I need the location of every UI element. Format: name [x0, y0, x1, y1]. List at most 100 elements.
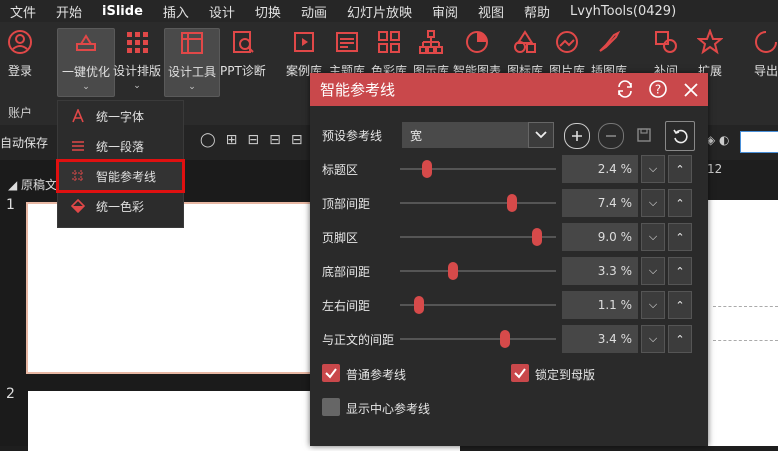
menu-slideshow[interactable]: 幻灯片放映 [337, 2, 422, 21]
slider-knob[interactable] [499, 330, 510, 348]
layout-button[interactable]: 设计排版 ⌄ [113, 28, 161, 91]
menu-transitions[interactable]: 切换 [245, 2, 291, 21]
export-button[interactable]: 导出 [752, 28, 778, 79]
design-tools-icon [178, 29, 206, 57]
value-field[interactable]: 3.4 % [562, 325, 638, 353]
tween-button[interactable]: 补间 [652, 28, 680, 79]
slider-knob[interactable] [532, 228, 543, 246]
slider-knob[interactable] [507, 194, 518, 212]
slider-label: 页脚区 [322, 230, 359, 245]
color-library-button[interactable]: 色彩库 [371, 28, 407, 79]
slider-track[interactable] [400, 262, 556, 280]
slider-knob[interactable] [421, 160, 432, 178]
menu-file[interactable]: 文件 [0, 2, 46, 21]
dropdown-item-unify-font[interactable]: 统一字体 [58, 101, 183, 131]
chevron-down-icon[interactable]: ⌵ [641, 291, 665, 319]
slider-label: 标题区 [322, 162, 359, 177]
close-icon[interactable] [682, 79, 700, 103]
chevron-up-icon[interactable]: ⌃ [668, 325, 692, 353]
value-field[interactable]: 2.4 % [562, 155, 638, 183]
menu-home[interactable]: 开始 [46, 2, 92, 21]
menu-islide[interactable]: iSlide [92, 4, 153, 19]
chevron-up-icon[interactable]: ⌃ [668, 291, 692, 319]
menu-design[interactable]: 设计 [199, 2, 245, 21]
slider-track[interactable] [400, 160, 556, 178]
slider-track[interactable] [400, 330, 556, 348]
reset-icon[interactable] [665, 121, 695, 151]
smart-chart-button[interactable]: 智能图表 [453, 28, 501, 79]
menu-animations[interactable]: 动画 [291, 2, 337, 21]
value-field[interactable]: 1.1 % [562, 291, 638, 319]
login-button[interactable]: 登录 [6, 28, 34, 79]
chevron-down-icon: ⌄ [82, 82, 90, 92]
case-library-button[interactable]: 案例库 [286, 28, 322, 79]
design-tools-button[interactable]: 设计工具 ⌄ [164, 28, 220, 97]
save-icon[interactable] [632, 123, 656, 147]
dropdown-item-unify-paragraph[interactable]: 统一段落 [58, 131, 183, 161]
normal-guides-checkbox[interactable] [322, 364, 340, 382]
slider-label: 底部间距 [322, 264, 371, 279]
value-field[interactable]: 3.3 % [562, 257, 638, 285]
smart-chart-icon [463, 28, 491, 56]
user-icon [6, 28, 34, 56]
optimize-button[interactable]: 一键优化 ⌄ [57, 28, 115, 97]
illustration-library-button[interactable]: 插图库 [591, 28, 627, 79]
chevron-up-icon[interactable]: ⌃ [668, 257, 692, 285]
extend-button[interactable]: 扩展 [696, 28, 724, 79]
diagnose-button[interactable]: PPT诊断 [220, 28, 266, 79]
color-library-icon [375, 28, 403, 56]
chevron-down-icon[interactable]: ⌵ [641, 223, 665, 251]
checkbox-label: 显示中心参考线 [346, 402, 431, 416]
remove-preset-icon[interactable] [598, 123, 624, 149]
slider-label: 左右间距 [322, 298, 371, 313]
slider-track[interactable] [400, 228, 556, 246]
dropdown-item-unify-color[interactable]: 统一色彩 [58, 191, 183, 221]
lock-to-master-checkbox[interactable] [511, 364, 529, 382]
value-field[interactable]: 9.0 % [562, 223, 638, 251]
slider-row-top-margin: 顶部间距 7.4 % ⌵ ⌃ [310, 189, 708, 217]
diagram-library-button[interactable]: 图示库 [413, 28, 449, 79]
shape-fill-icon[interactable]: ◈ ◐ [706, 133, 730, 147]
center-guides-checkbox[interactable] [322, 398, 340, 416]
value-field[interactable]: 7.4 % [562, 189, 638, 217]
menu-review[interactable]: 审阅 [422, 2, 468, 21]
chevron-down-icon[interactable]: ⌵ [641, 155, 665, 183]
menu-view[interactable]: 视图 [468, 2, 514, 21]
paragraph-icon [70, 139, 86, 153]
chevron-up-icon[interactable]: ⌃ [668, 155, 692, 183]
slider-label: 顶部间距 [322, 196, 371, 211]
menu-lvyhtools[interactable]: LvyhTools(0429) [560, 4, 686, 19]
menu-help[interactable]: 帮助 [514, 2, 560, 21]
chevron-down-icon[interactable]: ⌵ [641, 325, 665, 353]
color-swatch[interactable] [740, 131, 778, 153]
align-tools-icon[interactable]: ◯⊞⊟⊟⊟ [200, 132, 313, 148]
tween-icon [652, 28, 680, 56]
slider-track[interactable] [400, 194, 556, 212]
chevron-up-icon[interactable]: ⌃ [668, 223, 692, 251]
optimize-icon [72, 29, 100, 57]
help-icon[interactable]: ? [648, 79, 668, 103]
add-preset-icon[interactable] [564, 123, 590, 149]
slider-track[interactable] [400, 296, 556, 314]
checkbox-label: 普通参考线 [346, 368, 407, 382]
menu-insert[interactable]: 插入 [153, 2, 199, 21]
svg-text:?: ? [655, 83, 661, 97]
preset-row: 预设参考线 宽 [310, 121, 708, 151]
ruler-value: 12 [707, 162, 723, 176]
chevron-down-icon[interactable] [528, 122, 554, 148]
slide-canvas[interactable] [705, 200, 778, 446]
autosave-label[interactable]: 自动保存 [0, 134, 48, 151]
icon-library-button[interactable]: 图标库 [507, 28, 543, 79]
slider-row-footer-area: 页脚区 9.0 % ⌵ ⌃ [310, 223, 708, 251]
grid-icon [123, 28, 151, 56]
image-library-button[interactable]: 图片库 [549, 28, 585, 79]
theme-library-button[interactable]: 主题库 [329, 28, 365, 79]
slider-knob[interactable] [448, 262, 459, 280]
slider-knob[interactable] [413, 296, 424, 314]
chevron-down-icon[interactable]: ⌵ [641, 257, 665, 285]
chevron-up-icon[interactable]: ⌃ [668, 189, 692, 217]
dropdown-item-smart-guides[interactable]: 智能参考线 [56, 159, 185, 193]
chevron-down-icon[interactable]: ⌵ [641, 189, 665, 217]
theme-library-icon [333, 28, 361, 56]
refresh-icon[interactable] [616, 79, 634, 103]
